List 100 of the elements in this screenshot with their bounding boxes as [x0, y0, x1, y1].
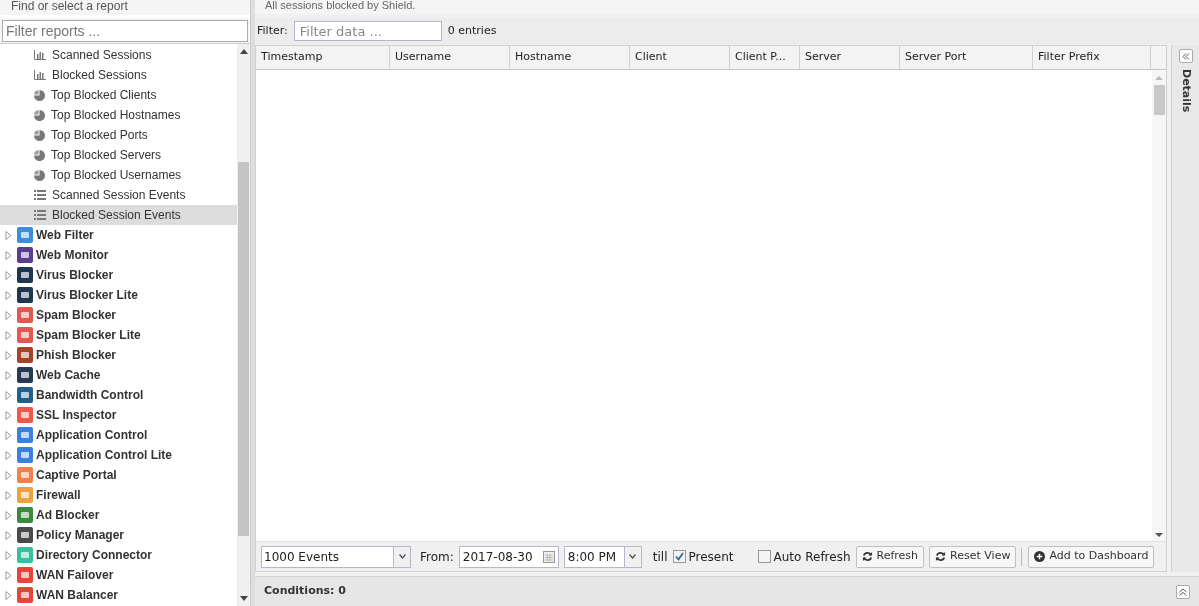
caret-icon [398, 554, 406, 559]
column-header[interactable]: Server [800, 46, 900, 69]
app-item[interactable]: WAN Balancer [0, 585, 237, 605]
collapsed-arrow-icon[interactable] [5, 490, 12, 500]
report-item[interactable]: Scanned Sessions [0, 45, 237, 65]
entries-count: 0 entries [447, 22, 497, 39]
collapsed-arrow-icon[interactable] [5, 510, 12, 520]
report-item[interactable]: Scanned Session Events [0, 185, 237, 205]
time-dropdown[interactable]: 8:00 PM [563, 545, 642, 568]
column-header[interactable]: Client P... [730, 46, 800, 69]
scroll-down-icon[interactable] [1155, 533, 1163, 537]
collapsed-arrow-icon[interactable] [5, 290, 12, 300]
toolbar-button[interactable]: Refresh [855, 545, 925, 568]
pie-chart-icon [34, 169, 45, 181]
app-item[interactable]: Phish Blocker [0, 345, 237, 365]
list-icon [34, 190, 46, 200]
column-header[interactable]: Server Port [900, 46, 1033, 69]
report-description: All sessions blocked by Shield. [264, 0, 416, 13]
app-item[interactable]: Bandwidth Control [0, 385, 237, 405]
app-item[interactable]: Directory Connector [0, 545, 237, 565]
conditions-title: Conditions: 0 [264, 583, 346, 600]
scroll-up-icon[interactable] [239, 49, 248, 54]
app-item[interactable]: Policy Manager [0, 525, 237, 545]
expand-button[interactable] [1176, 584, 1190, 599]
app-item[interactable]: Web Monitor [0, 245, 237, 265]
scrollbar-thumb[interactable] [238, 162, 249, 536]
column-header[interactable]: Client [630, 46, 730, 69]
column-header[interactable]: Username [390, 46, 510, 69]
collapsed-arrow-icon[interactable] [5, 430, 12, 440]
pie-chart-icon [34, 89, 45, 101]
refresh-icon [861, 551, 873, 562]
scrollbar-thumb[interactable] [1153, 85, 1165, 115]
collapsed-arrow-icon[interactable] [5, 410, 12, 420]
event-limit-dropdown[interactable]: 1000 Events [261, 545, 411, 568]
bar-chart-icon [34, 70, 46, 80]
pie-chart-icon [34, 109, 45, 121]
column-header[interactable]: Filter Prefix [1033, 46, 1151, 69]
app-item[interactable]: Application Control [0, 425, 237, 445]
collapsed-arrow-icon[interactable] [5, 310, 12, 320]
expand-button[interactable] [1178, 49, 1193, 63]
till-label: till [652, 548, 668, 566]
from-label: From: [420, 548, 454, 566]
report-item[interactable]: Top Blocked Servers [0, 145, 237, 165]
report-item[interactable]: Top Blocked Clients [0, 85, 237, 105]
report-item[interactable]: Top Blocked Ports [0, 125, 237, 145]
collapsed-arrow-icon[interactable] [5, 470, 12, 480]
collapsed-arrow-icon[interactable] [5, 350, 12, 360]
report-item[interactable]: Blocked Sessions [0, 65, 237, 85]
data-filter-field[interactable]: Filter data ... [293, 21, 442, 41]
app-item[interactable]: Virus Blocker Lite [0, 285, 237, 305]
scrollbar[interactable] [1152, 70, 1166, 541]
app-item[interactable]: WAN Failover [0, 565, 237, 585]
details-title[interactable]: Details [1177, 69, 1194, 113]
caret-icon [629, 554, 637, 559]
checkbox-label: Auto Refresh [773, 548, 851, 566]
app-item[interactable]: Application Control Lite [0, 445, 237, 465]
auto-refresh-checkbox[interactable] [757, 550, 771, 563]
report-item[interactable]: Top Blocked Usernames [0, 165, 237, 185]
app-item[interactable]: Captive Portal [0, 465, 237, 485]
toolbar-button[interactable]: Reset View [929, 545, 1017, 568]
scroll-down-icon[interactable] [239, 596, 248, 601]
date-field[interactable]: 2017-08-30 [458, 545, 559, 568]
report-item[interactable]: Blocked Session Events [0, 205, 237, 225]
collapsed-arrow-icon[interactable] [5, 370, 12, 380]
bar-chart-icon [34, 50, 46, 60]
app-item[interactable]: Virus Blocker [0, 265, 237, 285]
collapsed-arrow-icon[interactable] [5, 530, 12, 540]
double-chevron-up-icon [1179, 587, 1187, 596]
column-header[interactable]: Timestamp [256, 46, 390, 69]
collapsed-arrow-icon[interactable] [5, 390, 12, 400]
app-item[interactable]: Web Cache [0, 365, 237, 385]
collapsed-arrow-icon[interactable] [5, 590, 12, 600]
double-chevron-left-icon [1181, 52, 1190, 60]
app-item[interactable]: Spam Blocker Lite [0, 325, 237, 345]
collapsed-arrow-icon[interactable] [5, 270, 12, 280]
collapsed-arrow-icon[interactable] [5, 250, 12, 260]
list-icon [34, 210, 46, 220]
report-filter-field[interactable]: Filter reports ... [2, 19, 248, 42]
collapsed-arrow-icon[interactable] [5, 230, 12, 240]
app-item[interactable]: SSL Inspector [0, 405, 237, 425]
checkbox-label: Present [688, 548, 734, 566]
collapsed-arrow-icon[interactable] [5, 570, 12, 580]
scrollbar[interactable] [237, 44, 250, 606]
present-checkbox[interactable] [672, 550, 686, 563]
collapsed-arrow-icon[interactable] [5, 330, 12, 340]
pie-chart-icon [34, 129, 45, 141]
filter-label: Filter: [257, 22, 288, 39]
plus-circle-icon [1034, 551, 1046, 562]
app-item[interactable]: Spam Blocker [0, 305, 237, 325]
app-item[interactable]: Ad Blocker [0, 505, 237, 525]
app-item[interactable]: Firewall [0, 485, 237, 505]
column-header[interactable]: Hostname [510, 46, 630, 69]
app-item[interactable]: Web Filter [0, 225, 237, 245]
refresh-icon [935, 551, 947, 562]
collapsed-arrow-icon[interactable] [5, 450, 12, 460]
pie-chart-icon [34, 149, 45, 161]
report-item[interactable]: Top Blocked Hostnames [0, 105, 237, 125]
calendar-icon[interactable] [542, 550, 555, 563]
collapsed-arrow-icon[interactable] [5, 550, 12, 560]
toolbar-button[interactable]: Add to Dashboard [1028, 545, 1155, 568]
